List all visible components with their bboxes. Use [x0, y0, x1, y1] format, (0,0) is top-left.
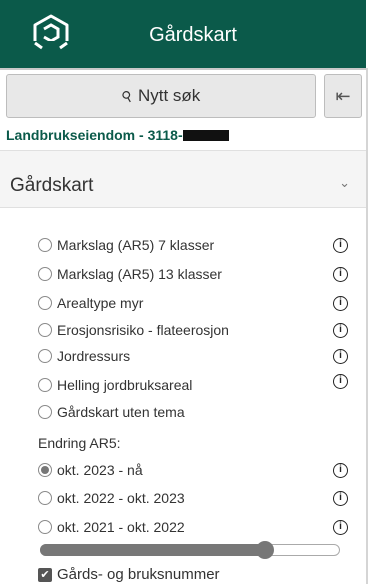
info-icon[interactable]: i	[333, 238, 348, 253]
radio-button[interactable]	[38, 323, 52, 337]
checkbox-checked-icon[interactable]: ✔	[38, 567, 52, 582]
gnr-bnr-checkbox-row[interactable]: ✔ Gårds- og bruksnummer	[38, 566, 220, 583]
info-icon[interactable]: i	[333, 296, 348, 311]
checkbox-label: Gårds- og bruksnummer	[57, 566, 220, 583]
change-option-1[interactable]: okt. 2023 - nå	[38, 459, 143, 481]
info-icon[interactable]: i	[333, 463, 348, 478]
theme-option-5[interactable]: Jordressurs	[38, 345, 130, 367]
radio-button-selected[interactable]	[38, 463, 52, 477]
property-title: Landbrukseiendom - 3118-	[6, 127, 229, 143]
radio-button[interactable]	[38, 378, 52, 392]
info-icon[interactable]: i	[333, 349, 348, 364]
radio-button[interactable]	[38, 405, 52, 419]
theme-option-1[interactable]: Markslag (AR5) 7 klasser	[38, 234, 214, 256]
new-search-label: Nytt søk	[137, 86, 201, 105]
info-icon[interactable]: i	[333, 267, 348, 282]
search-icon: ⚲	[118, 86, 136, 106]
app-header: Gårdskart	[0, 0, 366, 68]
info-icon[interactable]: i	[333, 323, 348, 338]
radio-button[interactable]	[38, 349, 52, 363]
radio-button[interactable]	[38, 296, 52, 310]
map-section-header[interactable]: Gårdskart ⌄	[0, 150, 366, 208]
info-icon[interactable]: i	[333, 374, 348, 389]
info-icon[interactable]: i	[333, 520, 348, 535]
radio-button[interactable]	[38, 267, 52, 281]
collapse-left-icon: ⇤	[335, 85, 351, 106]
change-option-2[interactable]: okt. 2022 - okt. 2023	[38, 487, 185, 509]
theme-option-7[interactable]: Gårdskart uten tema	[38, 401, 185, 423]
redacted-block	[182, 130, 229, 141]
collapse-panel-button[interactable]: ⇤	[324, 74, 362, 118]
radio-button[interactable]	[38, 520, 52, 534]
theme-option-2[interactable]: Markslag (AR5) 13 klasser	[38, 263, 222, 285]
theme-option-6[interactable]: Helling jordbruksareal	[38, 374, 192, 396]
app-title: Gårdskart	[149, 24, 237, 46]
opacity-slider-handle[interactable]	[256, 541, 274, 559]
radio-button[interactable]	[38, 238, 52, 252]
change-heading: Endring AR5:	[38, 435, 121, 451]
new-search-button[interactable]: ⚲ Nytt søk	[6, 74, 316, 118]
opacity-slider-fill	[40, 544, 265, 556]
chevron-down-icon: ⌄	[339, 175, 350, 190]
section-title: Gårdskart	[10, 175, 94, 196]
property-label: Landbrukseiendom - 3118-	[6, 127, 183, 143]
info-icon[interactable]: i	[333, 491, 348, 506]
theme-option-4[interactable]: Erosjonsrisiko - flateerosjon	[38, 319, 229, 341]
radio-button[interactable]	[38, 491, 52, 505]
theme-option-3[interactable]: Arealtype myr	[38, 292, 143, 314]
change-option-3[interactable]: okt. 2021 - okt. 2022	[38, 516, 185, 538]
